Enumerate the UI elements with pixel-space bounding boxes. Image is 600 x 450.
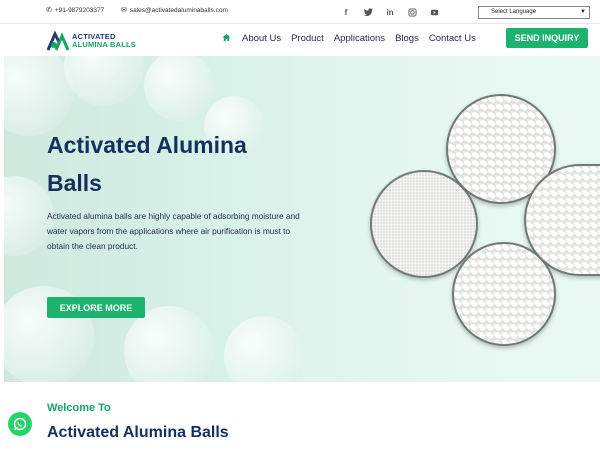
nav-item-contact-us[interactable]: Contact Us — [429, 33, 476, 44]
instagram-icon[interactable] — [404, 4, 420, 20]
explore-more-button[interactable]: EXPLORE MORE — [47, 297, 145, 318]
whatsapp-chat-button[interactable] — [8, 412, 32, 436]
chevron-down-icon: ▼ — [580, 9, 586, 15]
hero-description: Activated alumina balls are highly capab… — [47, 211, 300, 251]
email-contact[interactable]: ✉ sales@activatedaluminaballs.com — [121, 6, 228, 15]
language-select-value: Select Language — [491, 9, 537, 15]
hero-title: Activated Alumina Balls — [47, 132, 247, 196]
logo-mark-icon — [46, 30, 70, 51]
email-icon: ✉ — [121, 7, 127, 14]
welcome-section: Welcome To Activated Alumina Balls — [0, 382, 600, 450]
email-address[interactable]: sales@activatedaluminaballs.com — [130, 7, 228, 14]
phone-contact[interactable]: ✆ +91-9879203377 — [46, 6, 104, 15]
language-select[interactable]: Select Language ▼ — [478, 6, 590, 19]
nav-item-blogs[interactable]: Blogs — [395, 33, 419, 44]
phone-icon: ✆ — [46, 7, 52, 14]
social-links: f in — [338, 4, 442, 20]
youtube-icon[interactable] — [426, 4, 442, 20]
background-ball — [144, 56, 214, 121]
nav-item-about-us[interactable]: About Us — [242, 33, 281, 44]
logo-text-line2: ALUMINA BALLS — [72, 40, 136, 49]
phone-number[interactable]: +91-9879203377 — [55, 7, 104, 14]
background-ball — [224, 316, 304, 382]
top-contact-bar: ✆ +91-9879203377 ✉ sales@activatedalumin… — [0, 0, 600, 24]
main-navigation: ACTIVATED ALUMINA BALLS About Us Product… — [0, 24, 600, 56]
linkedin-icon[interactable]: in — [382, 4, 398, 20]
hero-banner: Activated Alumina Balls Activated alumin… — [4, 56, 600, 382]
whatsapp-icon — [13, 417, 27, 431]
welcome-title: Activated Alumina Balls — [47, 424, 229, 441]
nav-menu: About Us Product Applications Blogs Cont… — [222, 33, 476, 44]
site-logo[interactable]: ACTIVATED ALUMINA BALLS — [46, 28, 146, 52]
nav-item-product[interactable]: Product — [291, 33, 324, 44]
welcome-subtitle: Welcome To — [47, 402, 111, 414]
home-icon[interactable] — [222, 33, 232, 44]
twitter-icon[interactable] — [360, 4, 376, 20]
nav-item-applications[interactable]: Applications — [334, 33, 385, 44]
background-ball — [64, 56, 144, 106]
facebook-icon[interactable]: f — [338, 4, 354, 20]
send-inquiry-button[interactable]: SEND INQUIRY — [506, 28, 588, 48]
alumina-balls-dish-bottom — [452, 242, 556, 346]
